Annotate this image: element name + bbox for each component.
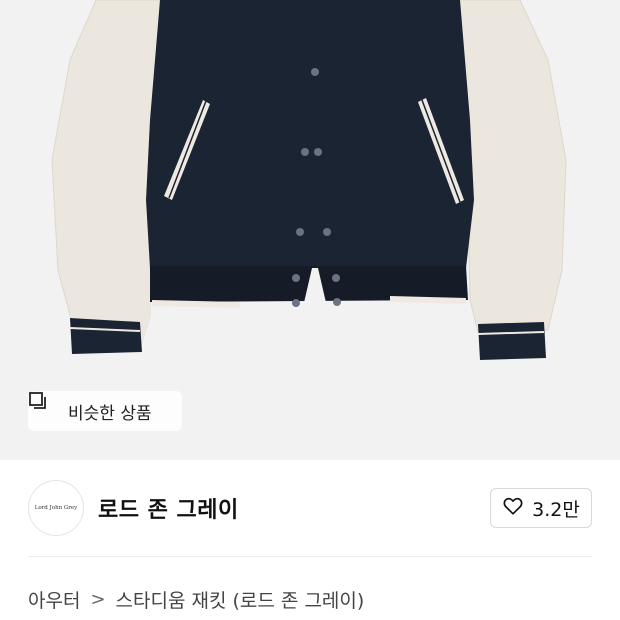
like-count: 3.2만 — [532, 498, 580, 521]
breadcrumb-product[interactable]: 스타디움 재킷 (로드 존 그레이) — [116, 586, 365, 613]
brand-name[interactable]: 로드 존 그레이 — [98, 492, 239, 524]
heart-icon — [502, 495, 524, 522]
divider — [28, 556, 592, 557]
similar-products-button[interactable]: 비슷한 상품 — [28, 391, 182, 431]
brand-row: Lord John Grey 로드 존 그레이 3.2만 — [0, 460, 620, 556]
similar-products-label: 비슷한 상품 — [68, 403, 152, 424]
breadcrumb-separator: > — [90, 589, 106, 610]
breadcrumb: 아우터 > 스타디움 재킷 (로드 존 그레이) — [28, 586, 364, 613]
breadcrumb-category[interactable]: 아우터 — [28, 586, 80, 613]
brand-logo-text: Lord John Grey — [34, 505, 78, 511]
similar-items-icon — [29, 392, 60, 421]
like-button[interactable]: 3.2만 — [490, 488, 592, 528]
brand-logo[interactable]: Lord John Grey — [28, 480, 84, 536]
product-image[interactable]: 비슷한 상품 — [0, 0, 620, 460]
